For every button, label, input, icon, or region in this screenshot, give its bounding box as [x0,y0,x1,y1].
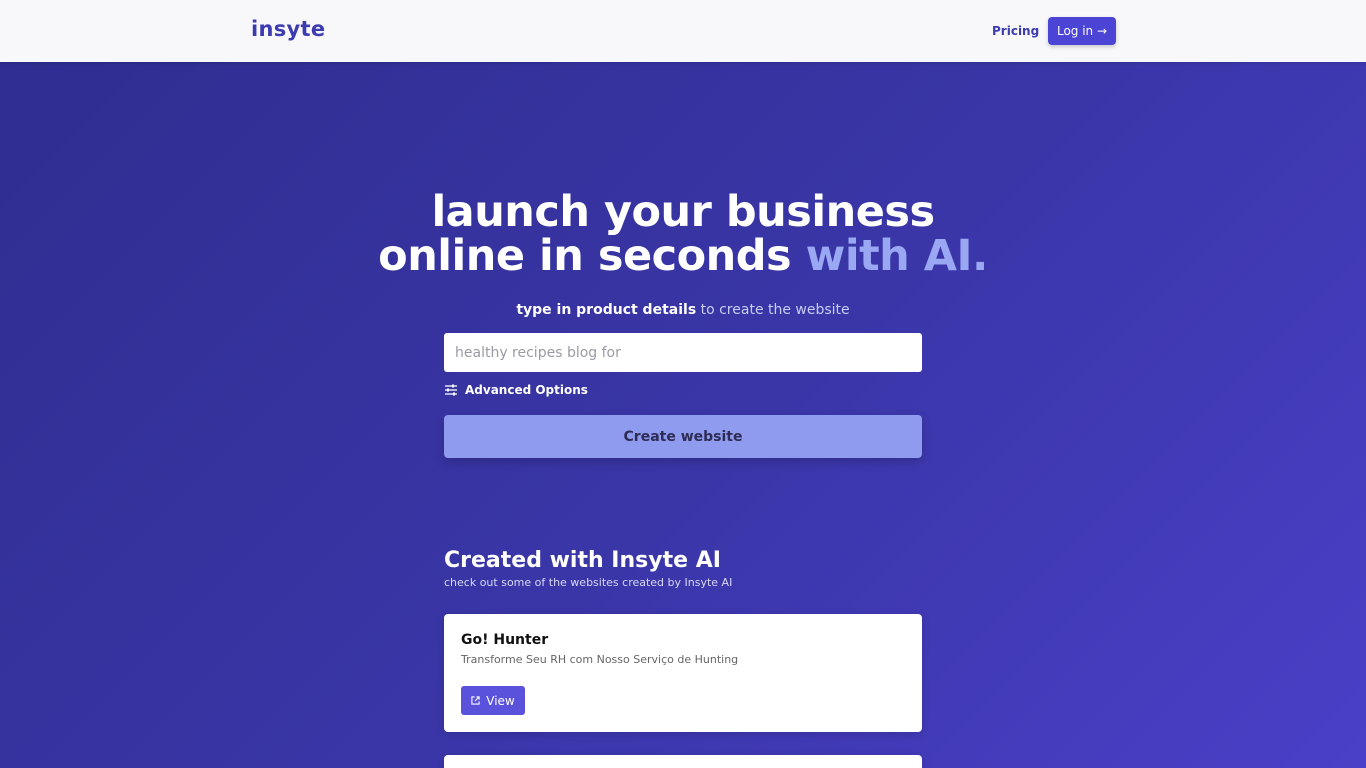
hero-title: launch your business online in seconds w… [0,190,1366,278]
insyte-logo[interactable]: insyte [251,17,325,41]
hero-subtitle-bold: type in product details [516,302,697,318]
sliders-icon [445,384,457,396]
product-details-input[interactable] [444,333,922,372]
view-label: View [486,693,515,708]
hero-title-accent: with AI. [805,231,989,281]
showcase-card-partial [444,755,922,768]
showcase-card: Go! Hunter Transforme Seu RH com Nosso S… [444,614,922,732]
create-website-button[interactable]: Create website [444,415,922,458]
showcase-title: Created with Insyte AI [444,548,721,573]
hero-title-line2-text: online in seconds [378,231,792,281]
hero-title-line1: launch your business [431,187,935,237]
card-description: Transforme Seu RH com Nosso Serviço de H… [461,653,739,666]
external-link-icon [471,696,480,705]
top-navbar: insyte Pricing Log in → [0,0,1366,62]
hero-title-line2: online in seconds with AI. [0,234,1366,278]
advanced-options-toggle[interactable]: Advanced Options [444,381,588,399]
login-button[interactable]: Log in → [1048,17,1116,45]
card-title: Go! Hunter [461,632,549,648]
hero-subtitle-rest: to create the website [696,302,850,318]
showcase-subtitle: check out some of the websites created b… [444,576,733,589]
pricing-link[interactable]: Pricing [992,24,1039,38]
advanced-options-label: Advanced Options [465,383,588,397]
view-website-button[interactable]: View [461,686,525,715]
hero-subtitle: type in product details to create the we… [0,302,1366,318]
